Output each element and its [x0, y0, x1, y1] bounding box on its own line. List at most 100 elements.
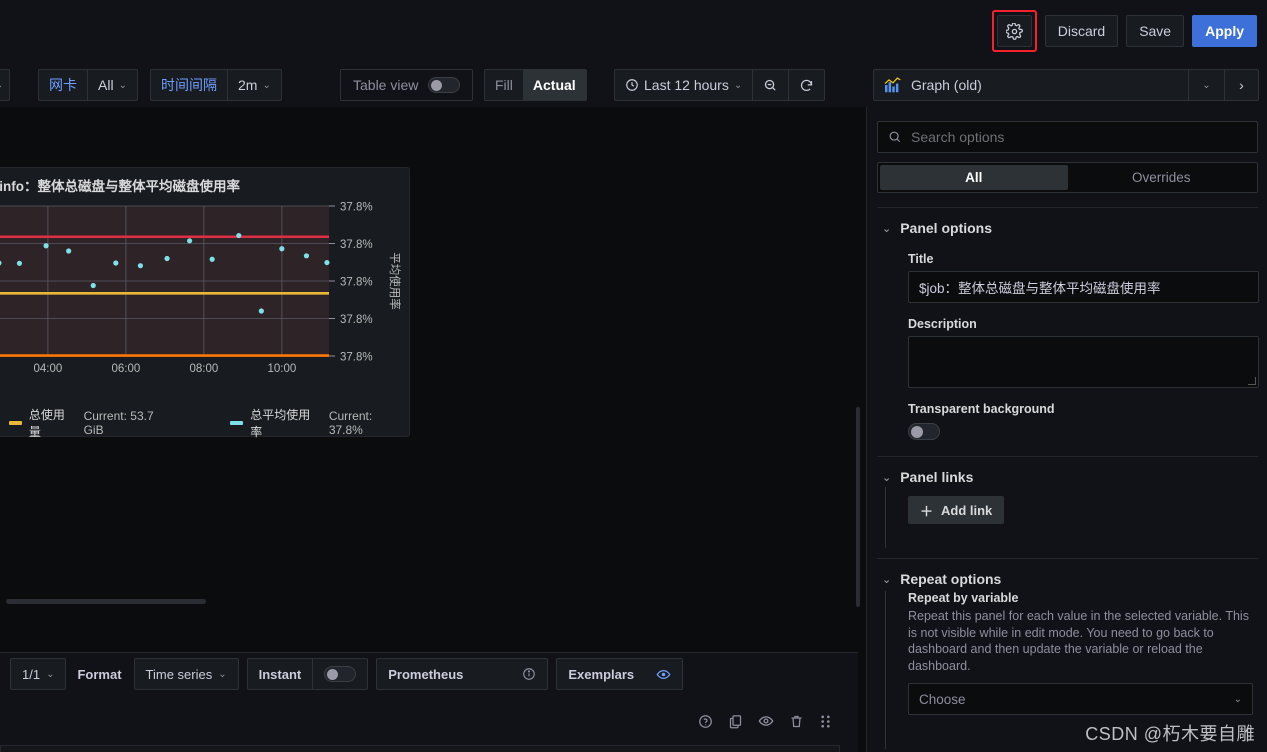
chevron-down-icon: ⌄ — [882, 573, 892, 586]
refresh-button[interactable] — [788, 70, 824, 100]
options-tabs: All Overrides — [877, 162, 1258, 193]
drag-handle-icon[interactable] — [819, 714, 832, 729]
svg-text:37.8%: 37.8% — [340, 202, 373, 214]
panel-options-section-header[interactable]: ⌄ Panel options — [877, 208, 1257, 238]
visualization-current[interactable]: Graph (old) — [874, 70, 1188, 100]
instant-switch[interactable] — [324, 666, 357, 682]
svg-text:04:00: 04:00 — [34, 363, 63, 375]
resize-grip-icon[interactable] — [1248, 377, 1256, 385]
apply-button[interactable]: Apply — [1192, 15, 1257, 47]
panel-options-title: Panel options — [900, 220, 993, 236]
variable-selector-partial[interactable]: ⌄ — [0, 69, 10, 101]
clock-icon — [625, 78, 639, 92]
zoom-out-icon — [763, 78, 778, 93]
graph-legend: 总使用量 Current: 53.7 GiB 总平均使用率 Current: 3… — [0, 398, 409, 440]
fill-button[interactable]: Fill — [485, 70, 523, 100]
eye-icon[interactable] — [758, 713, 774, 729]
graph-icon — [884, 77, 902, 93]
search-options-box[interactable]: Search options — [877, 121, 1258, 153]
variable-interval-value[interactable]: 2m ⌄ — [227, 70, 281, 100]
query-count-value[interactable]: 1/1 ⌄ — [11, 659, 65, 689]
transparent-background-label: Transparent background — [908, 402, 1055, 416]
editor-sub-toolbar: ⌄ 网卡 All⌄ 时间间隔 2m⌄ Table view Fill Actua… — [0, 62, 1267, 107]
format-label-wrap: Format — [66, 658, 134, 690]
save-button[interactable]: Save — [1126, 15, 1185, 47]
transparent-background-switch[interactable] — [908, 423, 940, 440]
tab-overrides[interactable]: Overrides — [1068, 165, 1256, 190]
time-range-picker[interactable]: Last 12 hours ⌄ — [615, 70, 752, 100]
visualization-picker[interactable]: Graph (old) ⌄ › — [873, 69, 1259, 101]
legend-series-value: Current: 37.8% — [328, 409, 373, 437]
variable-netcard-value[interactable]: All ⌄ — [87, 70, 137, 100]
panel-links-title: Panel links — [900, 469, 974, 485]
trash-icon[interactable] — [789, 714, 804, 729]
help-circle-icon[interactable] — [698, 714, 713, 729]
query-row-toolbar — [0, 701, 858, 741]
description-field-label: Description — [908, 317, 977, 331]
time-range-label: Last 12 hours — [644, 77, 729, 93]
variable-netcard-label: 网卡 — [49, 77, 77, 93]
svg-text:10:00: 10:00 — [268, 363, 297, 375]
description-textarea[interactable] — [908, 336, 1259, 388]
instant-group[interactable]: Instant — [246, 658, 369, 690]
repeat-by-variable-label: Repeat by variable — [908, 591, 1019, 605]
exemplars-group[interactable]: Exemplars — [556, 658, 684, 690]
watermark: CSDN @朽木要自雕 — [1085, 724, 1255, 744]
graph-panel-title: e info：整体总磁盘与整体平均磁盘使用率 — [0, 179, 240, 194]
legend-series-value: Current: 53.7 GiB — [83, 409, 154, 437]
dashboard-settings-button[interactable] — [996, 15, 1032, 47]
svg-text:37.8%: 37.8% — [340, 352, 373, 364]
table-view-switch[interactable] — [428, 77, 461, 93]
query-count-selector[interactable]: 1/1 ⌄ — [10, 658, 67, 690]
time-range-group[interactable]: Last 12 hours ⌄ — [614, 69, 826, 101]
svg-text:06:00: 06:00 — [112, 363, 141, 375]
datasource-label: Prometheus — [388, 666, 464, 682]
variable-netcard[interactable]: 网卡 All ⌄ — [38, 69, 138, 101]
variable-interval[interactable]: 时间间隔 2m ⌄ — [150, 69, 282, 101]
eye-icon — [656, 667, 671, 682]
plus-icon: ＋ — [920, 503, 934, 519]
graph-svg: 37.8%37.8%37.8%37.8%37.8%02:0004:0006:00… — [0, 202, 402, 375]
promql-code-editor[interactable]: n_prometheus",job=~"$job",fstype=~"xfs|e… — [0, 745, 840, 752]
legend-item[interactable]: 总使用量 Current: 53.7 GiB — [9, 406, 176, 440]
gear-icon — [1005, 22, 1023, 40]
svg-text:37.8%: 37.8% — [340, 277, 373, 289]
fill-actual-group[interactable]: Fill Actual — [484, 69, 587, 101]
chevron-down-icon: ⌄ — [1233, 693, 1242, 705]
vertical-scrollbar[interactable] — [856, 407, 860, 607]
legend-item[interactable]: 总平均使用率 Current: 37.8% — [230, 406, 409, 440]
title-input[interactable]: $job：整体总磁盘与整体平均磁盘使用率 — [908, 271, 1259, 303]
datasource-group[interactable]: Prometheus — [376, 658, 549, 690]
horizontal-scrollbar[interactable] — [6, 599, 206, 604]
actual-button[interactable]: Actual — [522, 70, 586, 100]
panel-links-body: ＋ Add link — [885, 487, 1257, 548]
instant-toggle[interactable] — [312, 659, 367, 689]
tab-all[interactable]: All — [880, 165, 1068, 190]
format-label: Format — [77, 666, 122, 682]
visualization-chevron-down-icon[interactable]: ⌄ — [1188, 70, 1224, 100]
legend-series-name: 总使用量 — [28, 408, 65, 439]
repeat-description: Repeat this panel for each value in the … — [908, 609, 1249, 673]
repeat-variable-select[interactable]: Choose ⌄ — [908, 683, 1253, 715]
visualization-name: Graph (old) — [911, 77, 982, 93]
format-value[interactable]: Time series ⌄ — [135, 659, 238, 689]
add-link-button[interactable]: ＋ Add link — [908, 496, 1005, 524]
exemplars-toggle[interactable] — [645, 659, 682, 689]
repeat-options-section-header[interactable]: ⌄ Repeat options — [877, 559, 1257, 589]
table-view-toggle[interactable]: Table view — [340, 69, 474, 101]
chevron-down-icon: ⌄ — [262, 79, 271, 91]
panel-options-body: Title $job：整体总磁盘与整体平均磁盘使用率 Description T… — [877, 252, 1259, 440]
panel-viewport: e info：整体总磁盘与整体平均磁盘使用率 37.8% 37.8% 37.8% 37… — [0, 107, 858, 535]
refresh-icon — [799, 78, 814, 93]
datasource-info-button[interactable] — [474, 659, 547, 689]
query-body: n_prometheus",job=~"$job",fstype=~"xfs|e… — [0, 701, 858, 752]
visualization-chevron-right-icon[interactable]: › — [1224, 70, 1258, 100]
zoom-out-button[interactable] — [752, 70, 788, 100]
svg-text:08:00: 08:00 — [190, 363, 219, 375]
duplicate-icon[interactable] — [728, 714, 743, 729]
svg-text:平均使用率: 平均使用率 — [388, 252, 402, 310]
discard-button[interactable]: Discard — [1044, 15, 1119, 47]
panel-links-section-header[interactable]: ⌄ Panel links — [877, 457, 1257, 487]
format-selector[interactable]: Time series ⌄ — [133, 658, 239, 690]
chevron-down-icon: ⌄ — [882, 222, 892, 235]
